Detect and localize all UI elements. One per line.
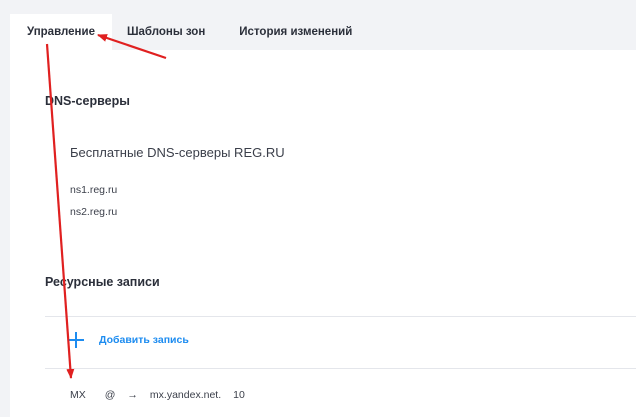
record-row[interactable]: MX @ → mx.yandex.net. 10 [70,389,245,401]
record-type: MX [70,389,86,401]
tab-zone-templates[interactable]: Шаблоны зон [112,14,223,50]
record-value: mx.yandex.net. [149,389,222,401]
add-record-button[interactable]: Добавить запись [67,331,189,349]
record-host: @ [104,389,116,401]
record-priority: 10 [233,389,245,401]
tab-change-history[interactable]: История изменений [223,14,370,50]
divider [45,316,636,317]
plus-icon [67,331,85,349]
divider [45,368,636,369]
resource-records-title: Ресурсные записи [45,275,160,289]
add-record-label: Добавить запись [99,334,189,346]
ns-server-1: ns1.reg.ru [70,184,118,196]
dns-provider-name: Бесплатные DNS-серверы REG.RU [70,145,285,160]
tab-label: Управление [27,26,95,38]
record-arrow: → [127,389,138,401]
ns-server-2: ns2.reg.ru [70,206,118,218]
tab-management[interactable]: Управление [10,14,112,50]
main-panel: DNS-серверы Бесплатные DNS-серверы REG.R… [10,50,636,417]
tab-bar: Управление Шаблоны зон История изменений [10,14,370,50]
tab-label: История изменений [239,26,353,38]
dns-section-title: DNS-серверы [45,94,130,108]
tab-label: Шаблоны зон [126,26,206,38]
